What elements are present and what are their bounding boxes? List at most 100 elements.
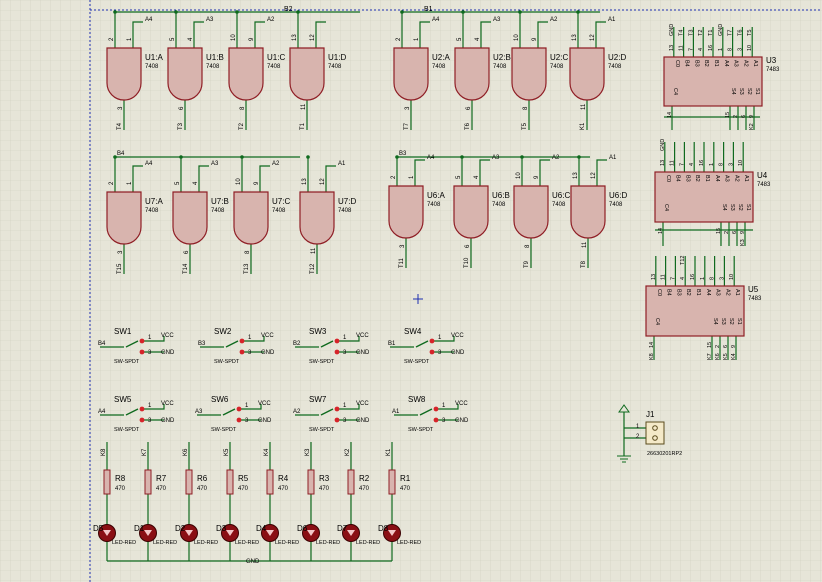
- vcc-label: VCC: [161, 333, 174, 339]
- net-label: K2: [345, 448, 351, 456]
- pin-number: 1: [718, 48, 724, 51]
- pin-name: S1: [745, 204, 751, 211]
- net-label: GND: [718, 24, 724, 36]
- pin-name: A2: [724, 289, 730, 296]
- net-label: K5: [224, 448, 230, 456]
- pin-name: C4: [654, 318, 660, 325]
- switch-pad-top: [139, 406, 145, 412]
- net-label: A3: [195, 409, 203, 415]
- net-label: B3: [198, 341, 206, 347]
- schematic-canvas[interactable]: 2 1 3 T4 U1:A 7408 A4 5 4 6 T3 U1:B 7408 A3 10 9 8 T2 U1:C…: [0, 0, 822, 582]
- pin-number: 10: [231, 34, 237, 41]
- pin-name: B3: [675, 289, 681, 296]
- pin-number: 6: [732, 231, 738, 234]
- net-label: T10: [464, 257, 470, 268]
- pin-name: A3: [724, 175, 730, 182]
- gate-type: 7408: [145, 64, 159, 70]
- net-label: A4: [145, 17, 153, 23]
- switch-pad-bottom: [139, 349, 145, 355]
- switch-type: SW-SPDT: [408, 427, 434, 433]
- net-label: GND: [660, 139, 666, 151]
- pin-number: 4: [689, 163, 695, 166]
- net-label: A4: [98, 409, 106, 415]
- resistor-value: 470: [238, 486, 249, 492]
- gate-ref: U6:C: [552, 191, 570, 200]
- resistor-value: 470: [197, 486, 208, 492]
- pin-number: 12: [320, 178, 326, 185]
- resistor-body: [266, 469, 274, 495]
- gate-type: 7408: [267, 64, 281, 70]
- pin-number: 1: [700, 277, 706, 280]
- switch-pad-top: [334, 338, 340, 344]
- led-ref: D1: [134, 524, 145, 533]
- resistor-body: [185, 469, 193, 495]
- resistor-value: 470: [359, 486, 370, 492]
- gate-type: 7408: [328, 64, 342, 70]
- pin-number: 14: [667, 112, 673, 118]
- gate-body: [393, 47, 429, 101]
- resistor-body: [388, 469, 396, 495]
- pin-name: C4: [672, 88, 678, 95]
- gate-type: 7408: [206, 64, 220, 70]
- pin-name: C0: [665, 175, 671, 182]
- pin-number: 15: [725, 112, 731, 118]
- net-label: K7: [142, 448, 148, 456]
- gate-type: 7408: [609, 202, 623, 208]
- pin-name: A4: [723, 60, 729, 67]
- switch-pad-top: [429, 338, 435, 344]
- pin-name: S3: [720, 318, 726, 325]
- switch-ref: SW4: [404, 327, 422, 336]
- pin-number: 11: [679, 45, 685, 51]
- resistor-value: 470: [319, 486, 330, 492]
- pin-number: 15: [716, 228, 722, 234]
- net-label: A1: [609, 155, 617, 161]
- pin-number: 10: [729, 274, 735, 280]
- schematic-svg[interactable]: 2 13T4U1:A7408A45 46T3U1:B7408A310 98T2U1:C…: [0, 0, 822, 582]
- pin-number: 11: [581, 103, 587, 110]
- gate-body: [513, 185, 549, 239]
- pin-number: 16: [699, 160, 705, 166]
- pin-number: 7: [670, 277, 676, 280]
- pin-number: 14: [658, 228, 664, 234]
- pin-number: 12: [590, 34, 596, 41]
- net-label: A3: [206, 17, 214, 23]
- net-label: A2: [552, 155, 560, 161]
- switch-pad-top: [139, 338, 145, 344]
- gate-ref: U1:B: [206, 53, 224, 62]
- net-label: T4: [679, 30, 685, 36]
- vcc-label: VCC: [161, 401, 174, 407]
- net-label: T5: [522, 122, 528, 130]
- net-label: A3: [492, 155, 500, 161]
- resistor-body: [103, 469, 111, 495]
- pin-number: 10: [738, 160, 744, 166]
- resistor-ref: R5: [238, 474, 249, 483]
- pin-number: 3: [737, 48, 743, 51]
- net-label: B2: [293, 341, 301, 347]
- resistor-ref: R2: [359, 474, 370, 483]
- led-ref: D6: [297, 524, 308, 533]
- switch-type: SW-SPDT: [309, 427, 335, 433]
- pin-number: 9: [749, 115, 755, 118]
- net-label: GND: [669, 24, 675, 36]
- switch-type: SW-SPDT: [114, 427, 140, 433]
- gate-ref: U7:C: [272, 197, 290, 206]
- gate-ref: U2:D: [608, 53, 626, 62]
- pin-number: 9: [740, 231, 746, 234]
- pin-name: A1: [743, 175, 749, 182]
- connector-part: 26630201RP2: [647, 451, 682, 457]
- net-label: T12: [680, 256, 686, 265]
- net-label: T8: [581, 260, 587, 268]
- led-ref: D7: [337, 524, 348, 533]
- gate-ref: U6:B: [492, 191, 510, 200]
- switch-pad-bottom: [334, 417, 340, 423]
- net-label: T6: [465, 122, 471, 130]
- net-label: A2: [267, 17, 275, 23]
- switch-pad-bottom: [139, 417, 145, 423]
- net-label: K8: [649, 353, 655, 360]
- net-label: A4: [432, 17, 440, 23]
- net-label: K2: [749, 123, 755, 130]
- net-label: T2: [698, 30, 704, 36]
- bus-label-b2: B2: [284, 6, 293, 13]
- switch-pad-bottom: [334, 349, 340, 355]
- gate-type: 7408: [552, 202, 566, 208]
